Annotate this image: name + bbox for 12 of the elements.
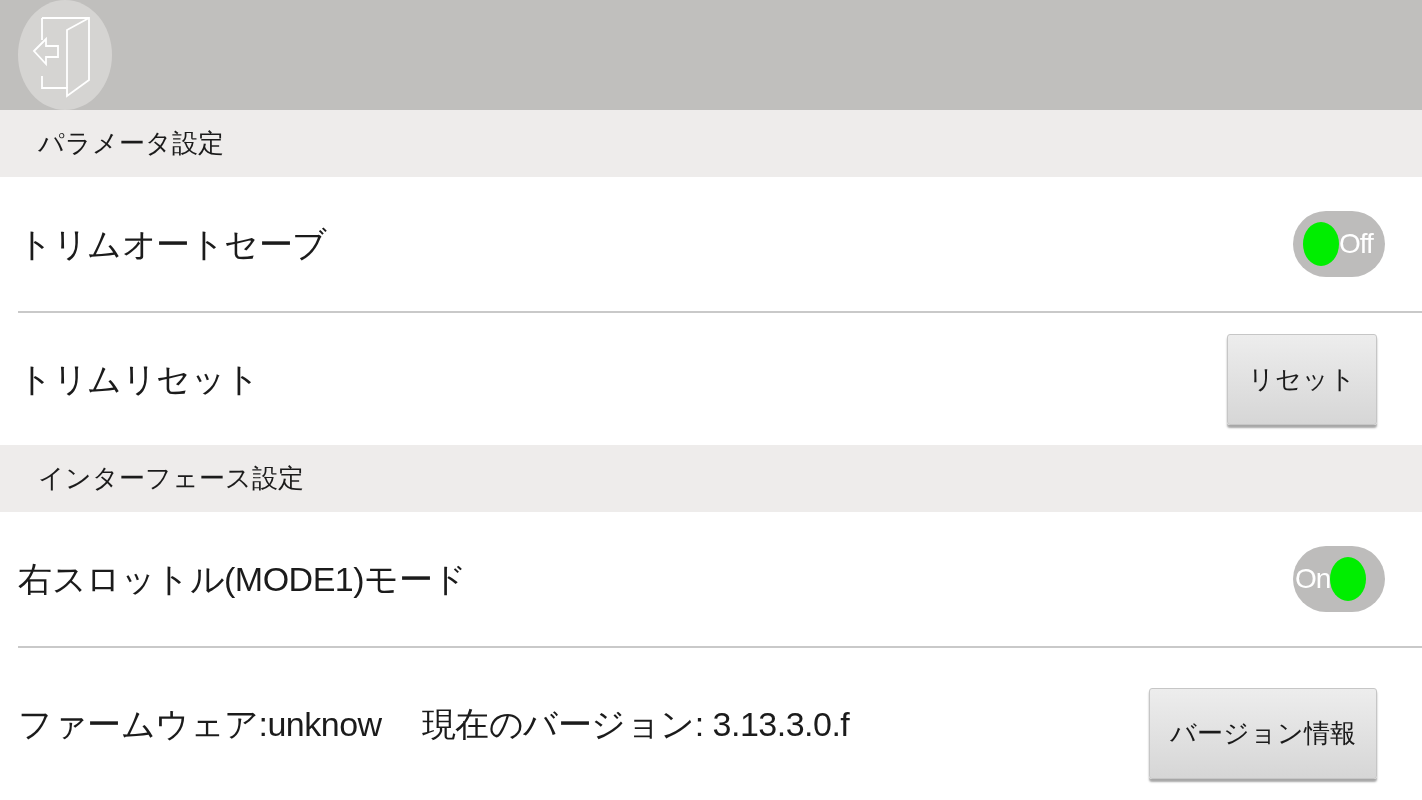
version-info-button[interactable]: バージョン情報 [1149, 687, 1377, 779]
section-title: パラメータ設定 [38, 127, 224, 160]
reset-button[interactable]: リセット [1227, 333, 1377, 425]
door-arrow-icon [31, 15, 91, 99]
version-text: 現在のバージョン: 3.13.3.0.f [421, 703, 850, 745]
knob-icon [1303, 222, 1339, 266]
setting-label: トリムリセット [18, 358, 260, 400]
setting-label: ファームウェア:unknow [18, 703, 382, 745]
knob-icon [1330, 557, 1367, 601]
section-title: インターフェース設定 [38, 462, 304, 495]
setting-label: 右スロットル(MODE1)モード [18, 558, 467, 600]
setting-label: トリムオートセーブ [18, 223, 327, 265]
